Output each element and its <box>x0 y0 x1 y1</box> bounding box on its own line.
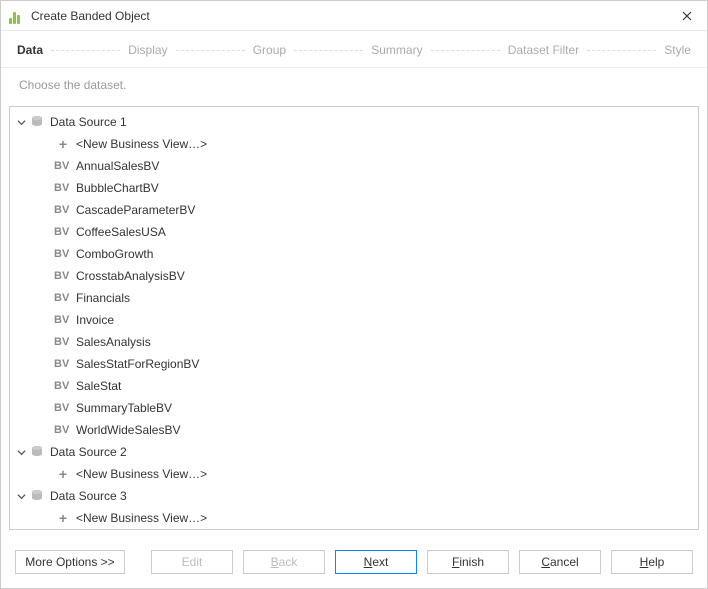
business-view-label: CascadeParameterBV <box>76 203 195 217</box>
footer: More Options >> Edit Back Next Finish Ca… <box>1 540 707 588</box>
help-button[interactable]: Help <box>611 550 693 574</box>
chevron-down-icon[interactable] <box>16 447 26 457</box>
new-business-view-label: <New Business View…> <box>76 511 207 525</box>
business-view-item[interactable]: BV SalesStatForRegionBV <box>10 353 698 375</box>
bv-icon: BV <box>54 380 72 392</box>
data-source-label: Data Source 3 <box>50 489 127 503</box>
bv-icon: BV <box>54 248 72 260</box>
step-summary[interactable]: Summary <box>371 43 422 57</box>
data-source-label: Data Source 1 <box>50 115 127 129</box>
bv-icon: BV <box>54 270 72 282</box>
business-view-item[interactable]: BV AnnualSalesBV <box>10 155 698 177</box>
data-source-label: Data Source 2 <box>50 445 127 459</box>
step-dataset-filter[interactable]: Dataset Filter <box>508 43 579 57</box>
business-view-label: AnnualSalesBV <box>76 159 159 173</box>
business-view-label: BubbleChartBV <box>76 181 159 195</box>
step-group[interactable]: Group <box>253 43 286 57</box>
plus-icon: + <box>54 510 72 526</box>
step-data[interactable]: Data <box>17 43 43 57</box>
business-view-item[interactable]: BV Financials <box>10 287 698 309</box>
dataset-panel: Data Source 1 + <New Business View…> BV Annu… <box>1 106 707 540</box>
business-view-item[interactable]: BV CascadeParameterBV <box>10 199 698 221</box>
edit-button: Edit <box>151 550 233 574</box>
business-view-item[interactable]: BV BubbleChartBV <box>10 177 698 199</box>
business-view-item[interactable]: BV SummaryTableBV <box>10 397 698 419</box>
next-button[interactable]: Next <box>335 550 417 574</box>
step-separator <box>431 50 500 51</box>
business-view-item[interactable]: BV SalesAnalysis <box>10 331 698 353</box>
business-view-label: ComboGrowth <box>76 247 153 261</box>
business-view-label: SummaryTableBV <box>76 401 172 415</box>
bv-icon: BV <box>54 314 72 326</box>
step-separator <box>176 50 245 51</box>
data-source-node[interactable]: Data Source 2 <box>10 441 698 463</box>
business-view-label: WorldWideSalesBV <box>76 423 180 437</box>
more-options-button[interactable]: More Options >> <box>15 550 125 574</box>
business-view-item[interactable]: BV SaleStat <box>10 375 698 397</box>
close-icon <box>682 11 692 21</box>
business-view-label: CrosstabAnalysisBV <box>76 269 185 283</box>
dataset-tree[interactable]: Data Source 1 + <New Business View…> BV Annu… <box>9 106 699 530</box>
business-view-item[interactable]: BV CrosstabAnalysisBV <box>10 265 698 287</box>
hint-text: Choose the dataset. <box>1 68 707 106</box>
new-business-view-label: <New Business View…> <box>76 137 207 151</box>
business-view-item[interactable]: BV Invoice <box>10 309 698 331</box>
data-source-node[interactable]: Data Source 1 <box>10 111 698 133</box>
database-icon <box>28 115 46 129</box>
step-separator <box>51 50 120 51</box>
bv-icon: BV <box>54 204 72 216</box>
cancel-button[interactable]: Cancel <box>519 550 601 574</box>
back-button: Back <box>243 550 325 574</box>
chevron-down-icon[interactable] <box>16 491 26 501</box>
bv-icon: BV <box>54 160 72 172</box>
business-view-label: Invoice <box>76 313 114 327</box>
plus-icon: + <box>54 466 72 482</box>
chevron-down-icon[interactable] <box>16 117 26 127</box>
business-view-item[interactable]: BV ComboGrowth <box>10 243 698 265</box>
finish-button[interactable]: Finish <box>427 550 509 574</box>
database-icon <box>28 489 46 503</box>
new-business-view-item[interactable]: + <New Business View…> <box>10 133 698 155</box>
bv-icon: BV <box>54 226 72 238</box>
step-separator <box>587 50 656 51</box>
business-view-label: SalesAnalysis <box>76 335 151 349</box>
bv-icon: BV <box>54 182 72 194</box>
new-business-view-item[interactable]: + <New Business View…> <box>10 463 698 485</box>
wizard-steps: Data Display Group Summary Dataset Filte… <box>1 31 707 68</box>
close-button[interactable] <box>673 4 701 28</box>
step-style[interactable]: Style <box>664 43 691 57</box>
business-view-label: SaleStat <box>76 379 121 393</box>
database-icon <box>28 445 46 459</box>
bv-icon: BV <box>54 292 72 304</box>
business-view-item[interactable]: BV WorldWideSalesBV <box>10 419 698 441</box>
bv-icon: BV <box>54 402 72 414</box>
new-business-view-item[interactable]: + <New Business View…> <box>10 507 698 529</box>
business-view-item[interactable]: BV CoffeeSalesUSA <box>10 221 698 243</box>
bv-icon: BV <box>54 424 72 436</box>
plus-icon: + <box>54 136 72 152</box>
step-display[interactable]: Display <box>128 43 167 57</box>
step-separator <box>294 50 363 51</box>
data-source-node[interactable]: Data Source 3 <box>10 485 698 507</box>
new-business-view-label: <New Business View…> <box>76 467 207 481</box>
titlebar: Create Banded Object <box>1 1 707 31</box>
bv-icon: BV <box>54 358 72 370</box>
business-view-label: SalesStatForRegionBV <box>76 357 199 371</box>
business-view-label: Financials <box>76 291 130 305</box>
bv-icon: BV <box>54 336 72 348</box>
business-view-label: CoffeeSalesUSA <box>76 225 166 239</box>
app-icon <box>9 8 25 24</box>
window-title: Create Banded Object <box>31 9 673 23</box>
